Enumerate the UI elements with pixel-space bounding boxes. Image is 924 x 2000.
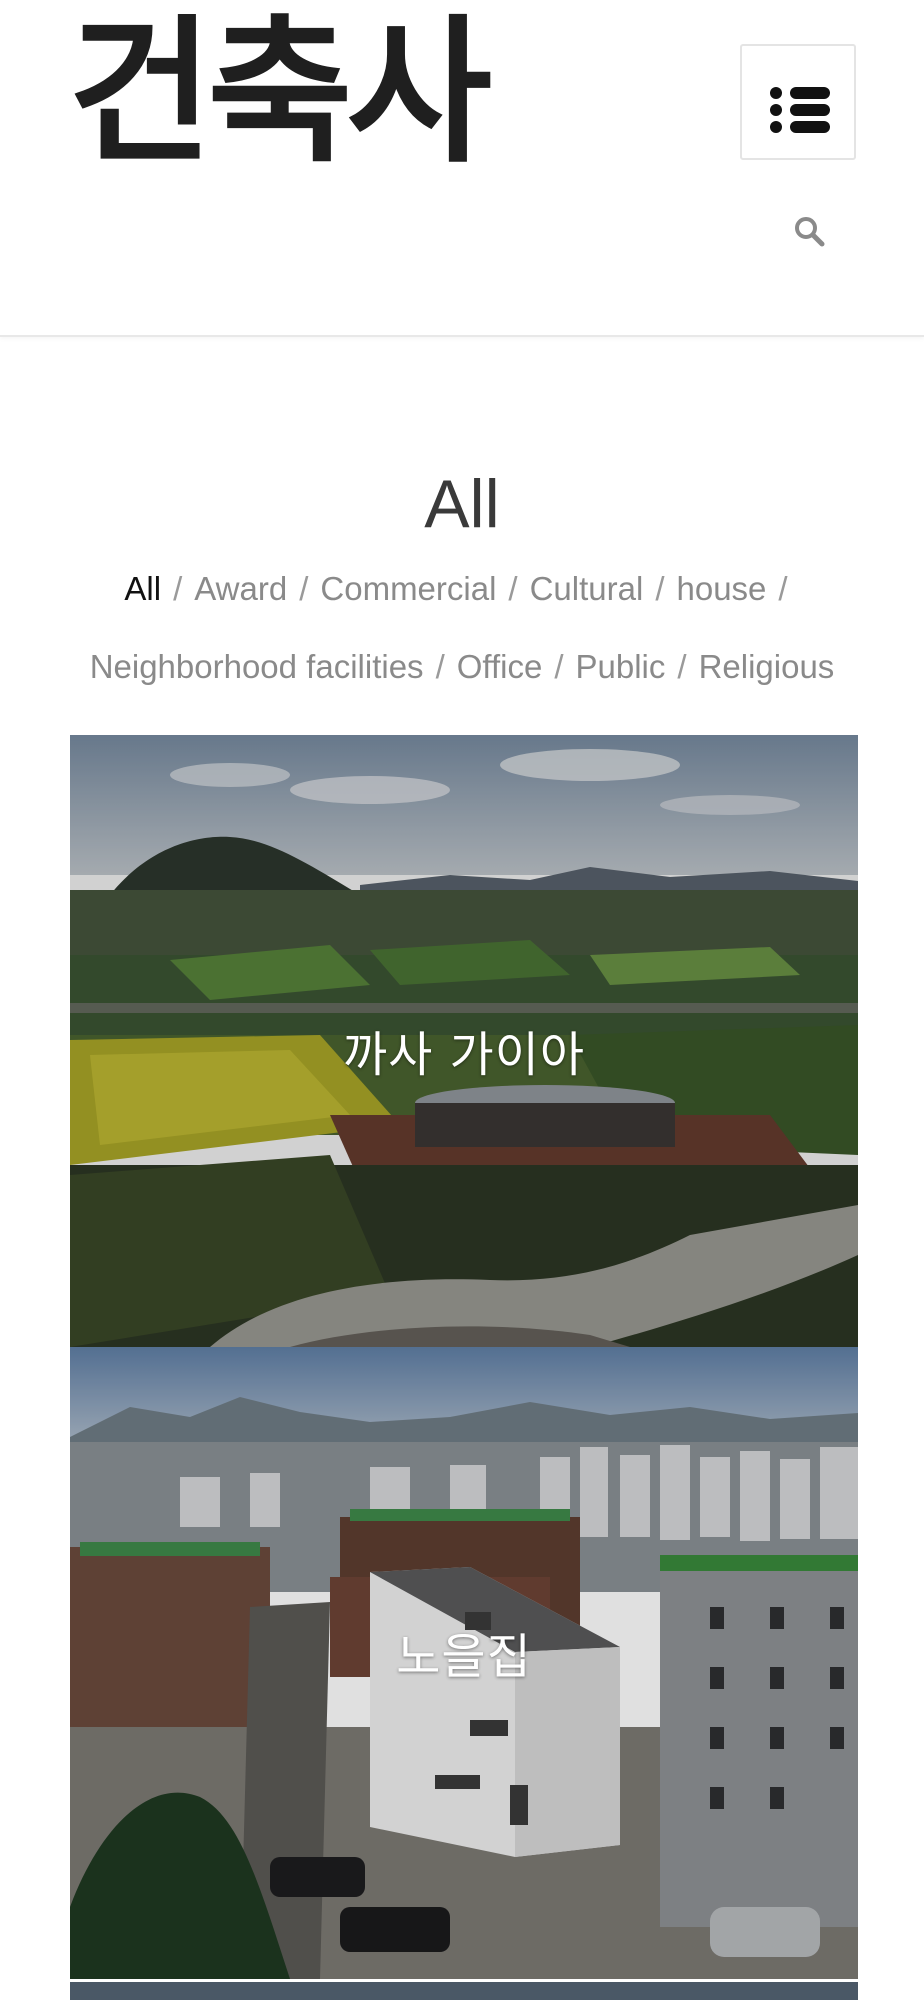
filter-award[interactable]: Award [194,570,287,607]
category-filter: All / Award / Commercial / Cultural / house / Neig… [60,550,864,706]
filter-house[interactable]: house [676,570,766,607]
filter-public[interactable]: Public [576,648,666,685]
search-button[interactable] [792,214,828,250]
filter-cultural[interactable]: Cultural [530,570,644,607]
filter-religious[interactable]: Religious [699,648,835,685]
filter-separator: / [173,570,183,607]
filter-all[interactable]: All [124,570,161,607]
filter-separator: / [655,570,665,607]
filter-separator: / [508,570,518,607]
menu-button[interactable] [740,44,856,160]
filter-office[interactable]: Office [457,648,543,685]
project-title: 노을집 [396,1629,532,1685]
filter-neighborhood-facilities[interactable]: Neighborhood facilities [90,648,424,685]
menu-list-icon [770,87,830,99]
filter-separator: / [778,570,788,607]
project-card[interactable] [70,1982,858,2000]
site-header: 건축사 [0,0,924,337]
project-card[interactable]: 노을집 [70,1347,858,1979]
filter-separator: / [677,648,687,685]
filter-separator: / [554,648,564,685]
search-icon [795,217,825,247]
filter-commercial[interactable]: Commercial [320,570,496,607]
site-logo[interactable]: 건축사 [68,14,492,172]
page-title: All [424,466,500,542]
filter-separator: / [299,570,309,607]
project-title: 까사 가이아 [342,1027,586,1083]
project-card[interactable]: 까사 가이아 [70,735,858,1347]
filter-separator: / [435,648,445,685]
